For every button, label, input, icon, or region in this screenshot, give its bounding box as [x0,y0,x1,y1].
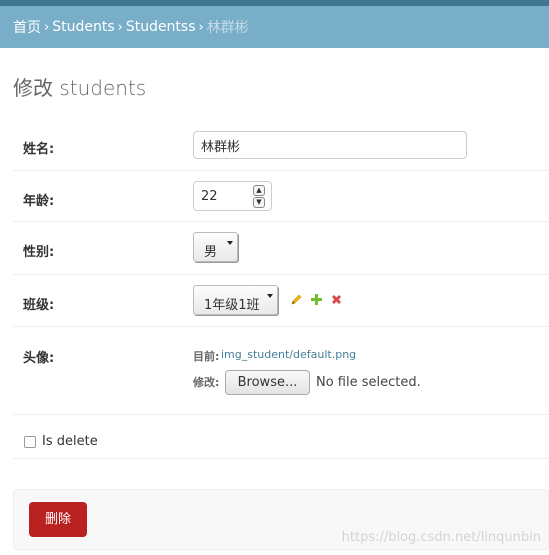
breadcrumb-separator: › [117,19,123,35]
spin-up-button[interactable]: ▲ [253,185,265,196]
plus-icon[interactable] [310,293,323,306]
form-row-is-delete: Is delete [13,415,549,459]
class-selected-value: 1年级1班 [204,298,260,313]
current-file-link[interactable]: img_student/default.png [221,348,356,361]
breadcrumb-home-link[interactable]: 首页 [13,17,41,37]
class-label: 班级: [23,298,55,313]
class-select[interactable]: 1年级1班 [193,285,278,315]
breadcrumb-model-link[interactable]: Studentss [126,19,196,35]
breadcrumb-current: 林群彬 [206,20,249,36]
is-delete-label[interactable]: Is delete [42,434,98,449]
form-row-name: 姓名: [13,119,549,171]
browse-button[interactable]: Browse... [225,370,310,395]
no-file-text: No file selected. [316,375,421,390]
gender-select[interactable]: 男 [193,232,238,262]
name-label: 姓名: [23,142,55,157]
spin-down-button[interactable]: ▼ [253,197,265,208]
form-row-gender: 性别: 男 [13,222,549,275]
watermark: https://blog.csdn.net/linqunbin [341,530,541,545]
name-input[interactable] [193,131,467,159]
avatar-label: 头像: [23,351,55,366]
breadcrumb-app-link[interactable]: Students [52,19,114,35]
current-file-label: 目前: [193,350,220,363]
breadcrumb-separator: › [198,19,204,35]
age-value: 22 [201,189,218,204]
age-input[interactable]: 22 ▲ ▼ [193,181,272,211]
chevron-down-icon [267,294,273,298]
page-title: 修改 students [13,76,147,100]
x-icon[interactable] [330,293,343,306]
form-row-avatar: 头像: 目前: img_student/default.png 修改: Brow… [13,327,549,415]
gender-label: 性别: [23,245,55,260]
related-object-links [290,293,343,306]
age-label: 年龄: [23,194,55,209]
chevron-down-icon [227,241,233,245]
delete-button[interactable]: 删除 [29,502,87,537]
breadcrumb-separator: › [44,19,50,35]
change-file-label: 修改: [193,376,220,389]
pencil-icon[interactable] [290,293,303,306]
breadcrumb: 首页 › Students › Studentss › 林群彬 [0,6,549,48]
form-row-age: 年龄: 22 ▲ ▼ [13,171,549,222]
gender-selected-value: 男 [204,245,218,260]
is-delete-checkbox[interactable] [24,436,36,448]
form-row-class: 班级: 1年级1班 [13,275,549,327]
